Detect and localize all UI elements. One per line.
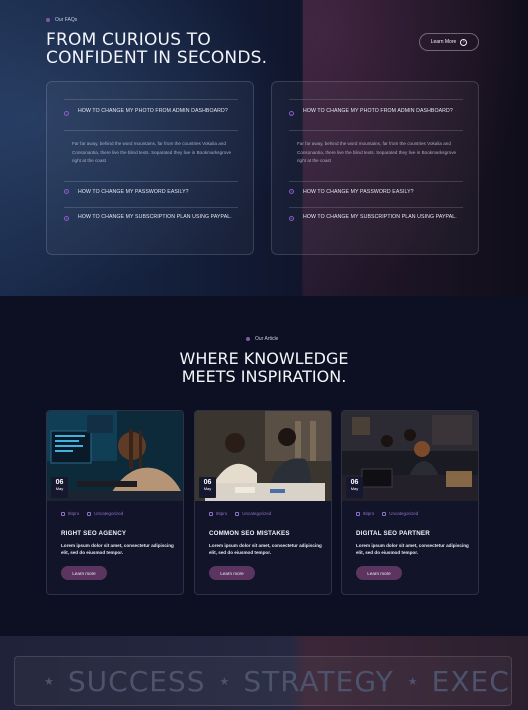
post-title[interactable]: DIGITAL SEO PARTNER [356, 530, 430, 537]
faq-question[interactable]: HOW TO CHANGE MY PASSWORD EASILY? [303, 188, 461, 196]
post-category[interactable]: Uncategorized [382, 511, 418, 516]
faq-question[interactable]: HOW TO CHANGE MY SUBSCRIPTION PLAN USING… [303, 213, 461, 221]
divider [289, 181, 463, 182]
post-meta: 8itpro Uncategorized [61, 511, 123, 516]
faq-section: Our FAQs FROM CURIOUS TO CONFIDENT IN SE… [0, 0, 528, 296]
star-icon: ★ [407, 676, 418, 688]
post-category-label: Uncategorized [389, 511, 419, 516]
plus-circle-icon[interactable]: + [64, 189, 69, 194]
article-section: Our Article WHERE KNOWLEDGE MEETS INSPIR… [0, 296, 528, 636]
learn-more-button[interactable]: Learn More › [419, 33, 479, 51]
post-author-label: 8itpro [216, 511, 228, 516]
article-eyebrow: Our Article [246, 336, 278, 342]
marquee-word: SUCCESS [67, 665, 206, 698]
date-month: May [350, 486, 359, 491]
post-card[interactable]: 06 May 8itpro Uncategorized COMMON SEO M… [194, 410, 332, 595]
faq-title: FROM CURIOUS TO CONFIDENT IN SECONDS. [46, 30, 268, 68]
star-icon: ★ [44, 676, 54, 688]
plus-circle-icon[interactable]: + [289, 189, 294, 194]
post-excerpt: Lorem ipsum dolor sit amet, consectetur … [356, 543, 469, 555]
post-category-label: Uncategorized [242, 511, 272, 516]
date-badge: 06 May [346, 477, 363, 498]
plus-circle-icon[interactable]: + [289, 216, 294, 221]
post-card[interactable]: 06 May 8itpro Uncategorized RIGHT SEO AG… [46, 410, 184, 595]
divider [289, 207, 463, 208]
faq-eyebrow: Our FAQs [46, 17, 77, 23]
post-category[interactable]: Uncategorized [87, 511, 123, 516]
star-icon: ★ [219, 676, 230, 688]
article-title: WHERE KNOWLEDGE MEETS INSPIRATION. [0, 350, 528, 386]
faq-question[interactable]: HOW TO CHANGE MY PHOTO FROM ADMIN DASHBO… [303, 107, 461, 115]
date-badge: 06 May [199, 477, 216, 498]
post-author[interactable]: 8itpro [61, 511, 79, 516]
post-category[interactable]: Uncategorized [235, 511, 271, 516]
date-day: 06 [55, 479, 64, 486]
divider [64, 181, 238, 182]
faq-answer: Far far away, behind the word mountains,… [72, 141, 232, 164]
post-meta: 8itpro Uncategorized [356, 511, 418, 516]
date-month: May [55, 486, 64, 491]
folder-icon [87, 511, 92, 516]
post-title[interactable]: RIGHT SEO AGENCY [61, 530, 126, 537]
marquee-row: ★ SUCCESS ★ STRATEGY ★ EXEC [30, 665, 510, 698]
post-image[interactable]: 06 May [342, 411, 478, 501]
divider [64, 99, 238, 100]
divider [64, 130, 238, 131]
post-image[interactable]: 06 May [195, 411, 331, 501]
article-eyebrow-label: Our Article [255, 336, 279, 342]
learn-more-label: Learn More [430, 39, 457, 45]
faq-question[interactable]: HOW TO CHANGE MY PHOTO FROM ADMIN DASHBO… [78, 107, 236, 115]
date-day: 06 [350, 479, 359, 486]
plus-circle-icon[interactable]: + [64, 216, 69, 221]
divider [64, 207, 238, 208]
post-excerpt: Lorem ipsum dolor sit amet, consectetur … [61, 543, 174, 555]
user-icon [61, 511, 65, 516]
faq-question[interactable]: HOW TO CHANGE MY SUBSCRIPTION PLAN USING… [78, 213, 236, 221]
post-category-label: Uncategorized [94, 511, 124, 516]
arrow-right-icon: › [460, 38, 468, 46]
bullet-icon [246, 337, 250, 341]
post-excerpt: Lorem ipsum dolor sit amet, consectetur … [209, 543, 322, 555]
post-author[interactable]: 8itpro [209, 511, 227, 516]
faq-card-right: – HOW TO CHANGE MY PHOTO FROM ADMIN DASH… [271, 81, 479, 255]
user-icon [209, 511, 213, 516]
post-author-label: 8itpro [68, 511, 80, 516]
date-month: May [203, 486, 212, 491]
post-meta: 8itpro Uncategorized [209, 511, 271, 516]
divider [289, 130, 463, 131]
post-title[interactable]: COMMON SEO MISTAKES [209, 530, 290, 537]
article-title-line1: WHERE KNOWLEDGE [179, 349, 349, 368]
marquee-word: EXEC [431, 665, 510, 698]
post-image[interactable]: 06 May [47, 411, 183, 501]
folder-icon [235, 511, 240, 516]
post-card[interactable]: 06 May 8itpro Uncategorized DIGITAL SEO … [341, 410, 479, 595]
divider [289, 99, 463, 100]
marquee-section: ★ SUCCESS ★ STRATEGY ★ EXEC [0, 636, 528, 710]
marquee-word: STRATEGY [243, 665, 394, 698]
post-author-label: 8itpro [363, 511, 375, 516]
date-day: 06 [203, 479, 212, 486]
learn-more-button[interactable]: Learn more [61, 566, 107, 580]
minus-circle-icon[interactable]: – [64, 111, 69, 116]
bullet-icon [46, 18, 50, 22]
learn-more-button[interactable]: Learn more [356, 566, 402, 580]
article-title-line2: MEETS INSPIRATION. [181, 367, 347, 386]
faq-eyebrow-label: Our FAQs [55, 17, 78, 23]
user-icon [356, 511, 360, 516]
minus-circle-icon[interactable]: – [289, 111, 294, 116]
faq-answer: Far far away, behind the word mountains,… [297, 141, 457, 164]
folder-icon [382, 511, 387, 516]
faq-card-left: – HOW TO CHANGE MY PHOTO FROM ADMIN DASH… [46, 81, 254, 255]
post-author[interactable]: 8itpro [356, 511, 374, 516]
faq-question[interactable]: HOW TO CHANGE MY PASSWORD EASILY? [78, 188, 236, 196]
learn-more-button[interactable]: Learn more [209, 566, 255, 580]
date-badge: 06 May [51, 477, 68, 498]
